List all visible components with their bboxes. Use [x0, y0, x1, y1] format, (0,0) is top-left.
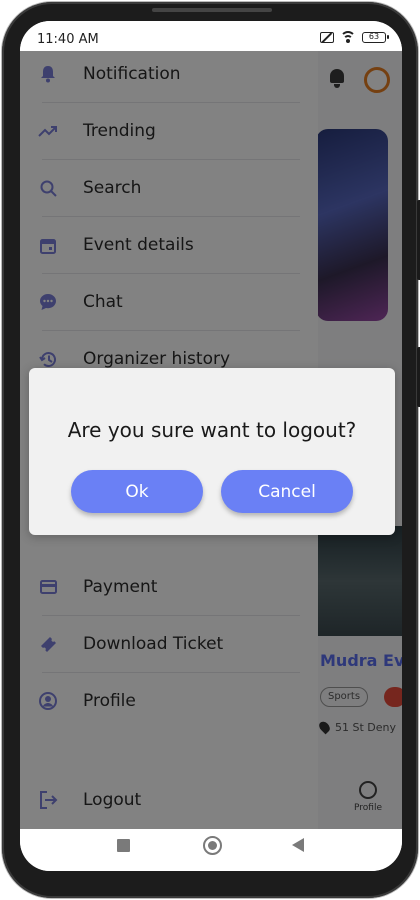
logout-confirm-dialog: Are you sure want to logout? Ok Cancel [29, 368, 395, 535]
cancel-button[interactable]: Cancel [221, 470, 353, 513]
recent-apps-icon[interactable] [117, 839, 130, 852]
ok-button[interactable]: Ok [71, 470, 203, 513]
back-icon[interactable] [292, 838, 304, 852]
no-sim-icon [320, 31, 334, 43]
wifi-icon [340, 31, 356, 43]
status-icons: 63 [320, 31, 389, 43]
phone-screen: 11:40 AM 63 Mudra Ev Sports 51 St Deny P… [20, 21, 402, 871]
dialog-message: Are you sure want to logout? [67, 418, 357, 442]
home-icon[interactable] [203, 836, 222, 855]
system-nav-bar [20, 829, 402, 871]
app-content: Mudra Ev Sports 51 St Deny Profile Notif… [20, 51, 402, 829]
speaker-grille [152, 8, 272, 12]
phone-frame: 11:40 AM 63 Mudra Ev Sports 51 St Deny P… [2, 2, 420, 898]
status-time: 11:40 AM [37, 32, 99, 47]
battery-icon: 63 [362, 31, 389, 43]
